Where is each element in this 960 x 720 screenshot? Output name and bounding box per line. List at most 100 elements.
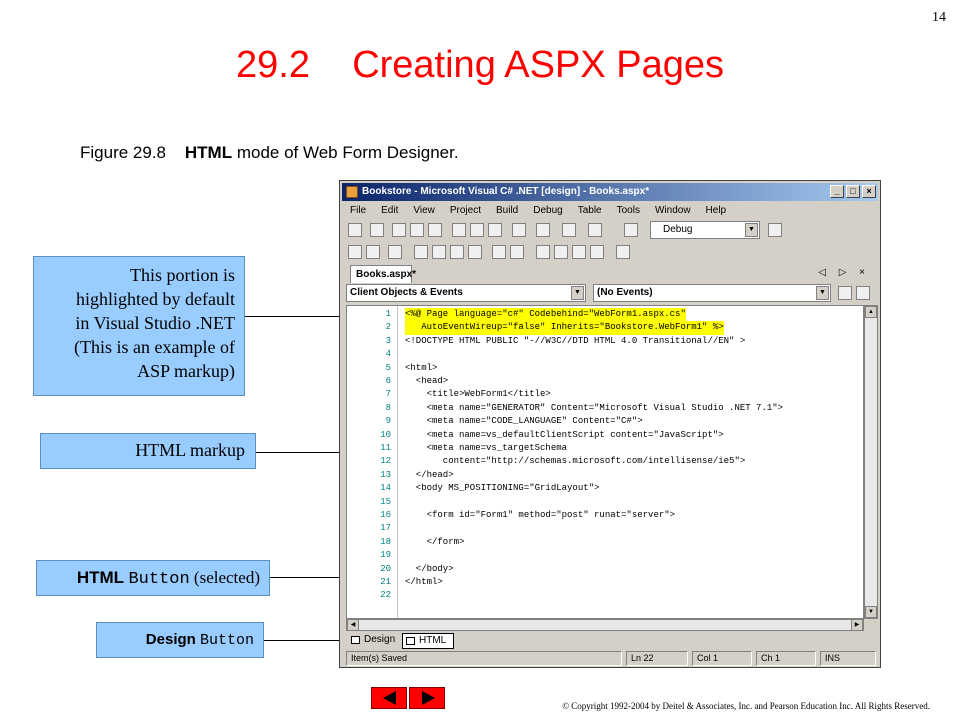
code-line: <html> [405,362,438,373]
save-icon[interactable] [410,223,424,237]
undo-icon[interactable] [512,223,526,237]
menu-build[interactable]: Build [490,203,518,219]
grid-icon[interactable] [348,245,362,259]
scroll-right-icon[interactable]: ▶ [851,619,863,631]
line-number: 13 [380,469,391,480]
view-icon[interactable] [838,286,852,300]
leader-line [256,452,352,453]
list-icon[interactable] [572,245,586,259]
caption-figure: Figure 29.8 [80,143,185,162]
code-line: <!DOCTYPE HTML PUBLIC "-//W3C//DTD HTML … [405,335,746,346]
menu-view[interactable]: View [407,203,435,219]
position-icon[interactable] [432,245,446,259]
menu-debug[interactable]: Debug [527,203,562,219]
line-number: 17 [380,523,391,534]
chevron-down-icon[interactable]: ▼ [816,286,829,300]
menu-bar: File Edit View Project Build Debug Table Tools W… [344,203,876,219]
properties-icon[interactable] [856,286,870,300]
add-item-icon[interactable] [370,223,384,237]
menu-edit[interactable]: Edit [375,203,398,219]
leader-line [264,640,348,641]
line-number: 14 [380,483,391,494]
table-icon[interactable] [492,245,506,259]
menu-window[interactable]: Window [649,203,691,219]
breakpoint-icon[interactable] [588,223,602,237]
events-select[interactable]: (No Events) ▼ [593,284,831,302]
callout-html-markup: HTML markup [40,433,256,469]
redo-icon[interactable] [536,223,550,237]
zoom-icon[interactable] [616,245,630,259]
line-number: 8 [385,402,391,413]
copyright-notice: © Copyright 1992-2004 by Deitel & Associ… [562,701,930,711]
bullet-icon[interactable] [590,245,604,259]
scroll-up-icon[interactable]: ▲ [865,306,877,318]
save-all-icon[interactable] [428,223,442,237]
lock-icon[interactable] [554,245,568,259]
arrow-left-icon [383,691,396,705]
find-icon[interactable] [768,223,782,237]
start-icon[interactable] [624,223,638,237]
code-line: <meta name=vs_defaultClientScript conten… [405,429,724,440]
scroll-down-icon[interactable]: ▼ [865,606,877,618]
design-toolbar [344,242,876,264]
design-view-button[interactable]: Design [348,633,396,649]
callout-html-button: HTML Button (selected) [36,560,270,596]
scroll-left-icon[interactable]: ◀ [347,619,359,631]
copy-icon[interactable] [470,223,484,237]
line-number: 5 [385,362,391,373]
tab-nav-controls[interactable]: ◁ ▷ × [818,267,870,278]
tab-books-aspx[interactable]: Books.aspx* [350,265,416,283]
cut-icon[interactable] [452,223,466,237]
menu-project[interactable]: Project [444,203,481,219]
window-titlebar[interactable]: Bookstore - Microsoft Visual C# .NET [de… [342,183,878,201]
html-label: HTML [419,635,447,646]
document-tabstrip: Books.aspx* ◁ ▷ × [344,265,876,283]
previous-slide-button[interactable] [371,687,407,709]
minimize-button[interactable]: _ [830,185,844,198]
callout-mono: Button [199,632,254,649]
new-project-icon[interactable] [348,223,362,237]
chevron-down-icon[interactable]: ▼ [571,286,584,300]
close-button[interactable]: × [862,185,876,198]
code-line: <head> [405,376,449,386]
line-number: 12 [380,456,391,467]
solution-config-select[interactable]: Debug ▼ [650,221,760,239]
text-icon[interactable] [388,245,402,259]
sort-icon[interactable] [468,245,482,259]
align-icon[interactable] [366,245,380,259]
line-number: 18 [380,536,391,547]
code-line: AutoEventWireup="false" Inherits="Bookst… [405,321,724,335]
maximize-button[interactable]: □ [846,185,860,198]
next-slide-button[interactable] [409,687,445,709]
chevron-down-icon[interactable]: ▼ [745,223,758,237]
html-icon [406,637,415,645]
code-line: </form> [405,536,465,547]
menu-file[interactable]: File [344,203,366,219]
tag-icon[interactable] [536,245,550,259]
menu-help[interactable]: Help [700,203,727,219]
status-char: Ch 1 [756,651,816,666]
code-editor[interactable]: 1 2 3 4 5 6 7 8 9 10 11 12 13 14 15 16 17 18 19 20 21 22 <%@ … [346,305,864,619]
status-column: Col 1 [692,651,752,666]
line-number: 2 [385,322,391,333]
callout-line: This portion is [129,265,235,285]
client-objects-value: Client Objects & Events [350,287,463,298]
menu-table[interactable]: Table [572,203,602,219]
vertical-scrollbar[interactable]: ▲ ▼ [864,305,878,619]
page-title: 29.2 Creating ASPX Pages [236,44,724,86]
paste-icon[interactable] [488,223,502,237]
code-line: </body> [405,563,454,574]
menu-tools[interactable]: Tools [611,203,640,219]
font-icon[interactable] [450,245,464,259]
code-line: <form id="Form1" method="post" runat="se… [405,510,676,520]
form-icon[interactable] [510,245,524,259]
line-number: 10 [380,429,391,440]
open-icon[interactable] [392,223,406,237]
html-view-button[interactable]: HTML [402,633,454,649]
status-line: Ln 22 [626,651,688,666]
client-objects-select[interactable]: Client Objects & Events ▼ [346,284,586,302]
layer-icon[interactable] [414,245,428,259]
callout-line: ASP markup) [137,361,235,381]
horizontal-scrollbar[interactable]: ◀ ▶ [346,619,864,631]
navigate-icon[interactable] [562,223,576,237]
